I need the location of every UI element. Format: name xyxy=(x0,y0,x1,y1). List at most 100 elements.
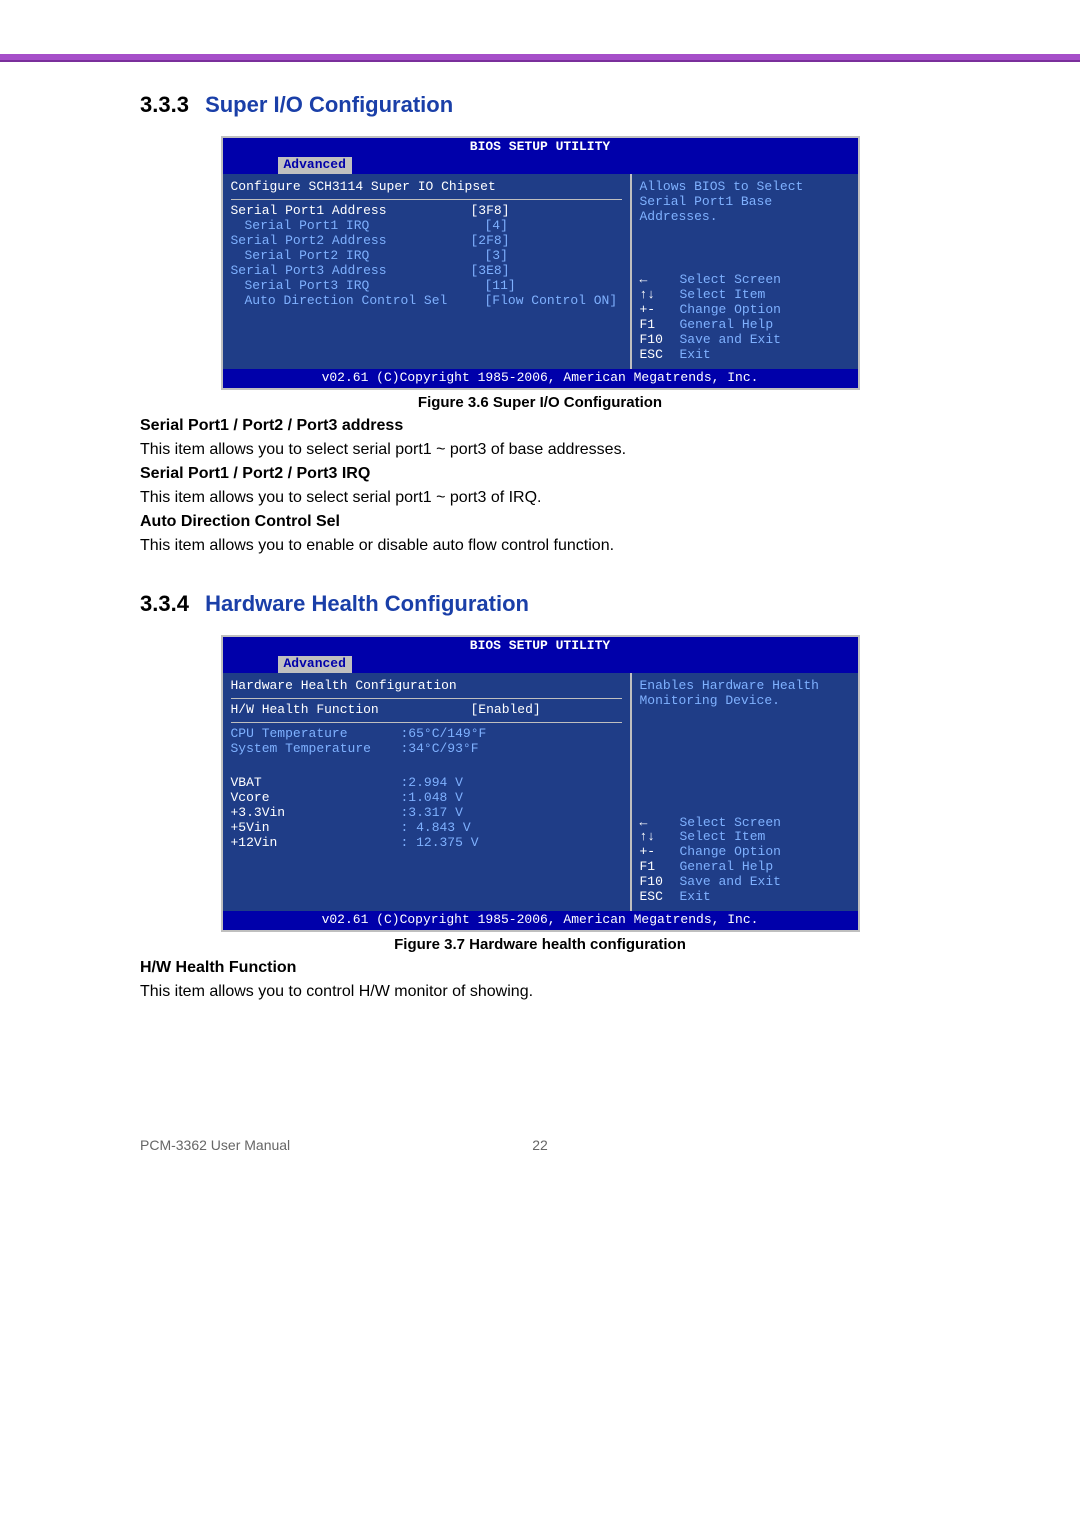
bios-row[interactable]: Serial Port2 Address [2F8] xyxy=(231,234,622,249)
bios-help-row: F10Save and Exit xyxy=(640,333,850,348)
bios-help-row: +-Change Option xyxy=(640,845,850,860)
key-label: ESC xyxy=(640,890,680,905)
bios-tab-advanced[interactable]: Advanced xyxy=(278,157,352,174)
bios-left-panel: Hardware Health Configuration H/W Health… xyxy=(223,673,632,911)
reading-value: : 4.843 V xyxy=(401,821,471,836)
figure-caption-36: Figure 3.6 Super I/O Configuration xyxy=(140,394,940,411)
reading-label: VBAT xyxy=(231,776,401,791)
key-desc: Change Option xyxy=(680,845,781,860)
bios-left-panel: Configure SCH3114 Super IO Chipset Seria… xyxy=(223,174,632,369)
footer-page-number: 22 xyxy=(532,1137,548,1153)
key-label: ↑↓ xyxy=(640,830,680,845)
bios-title-bar: BIOS SETUP UTILITY xyxy=(223,138,858,157)
bios-row-value: [2F8] xyxy=(471,234,510,249)
bios-help-row: ←Select Screen xyxy=(640,273,850,288)
key-label: +- xyxy=(640,303,680,318)
reading-value: :1.048 V xyxy=(401,791,463,806)
key-desc: Exit xyxy=(680,890,711,905)
section-heading-333: 3.3.3 Super I/O Configuration xyxy=(140,92,940,118)
key-desc: Select Item xyxy=(680,288,766,303)
bios-help-keys: ←Select Screen ↑↓Select Item +-Change Op… xyxy=(640,273,850,363)
bios-section-header: Configure SCH3114 Super IO Chipset xyxy=(231,180,622,200)
reading-label: +12Vin xyxy=(231,836,401,851)
reading-value: :34°C/93°F xyxy=(401,742,479,757)
bios-row[interactable]: Auto Direction Control Sel [Flow Control… xyxy=(231,294,622,309)
bios-row[interactable]: Serial Port3 IRQ [11] xyxy=(231,279,622,294)
bios-reading-row: CPU Temperature:65°C/149°F xyxy=(231,727,622,742)
figure-caption-37: Figure 3.7 Hardware health configuration xyxy=(140,936,940,953)
bios-help-row: ESCExit xyxy=(640,348,850,363)
page-footer: PCM-3362 User Manual 22 xyxy=(0,1137,1080,1153)
key-desc: Select Screen xyxy=(680,816,781,831)
bios-row-label: Serial Port1 Address xyxy=(231,204,471,219)
bios-row-value: [3E8] xyxy=(471,264,510,279)
bios-reading-row: +5Vin: 4.843 V xyxy=(231,821,622,836)
bios-screenshot-super-io: BIOS SETUP UTILITY Advanced Configure SC… xyxy=(221,136,860,389)
bios-help-row: F1General Help xyxy=(640,318,850,333)
paragraph-text: This item allows you to select serial po… xyxy=(140,441,940,459)
bios-reading-row: VBAT:2.994 V xyxy=(231,776,622,791)
bios-help-keys: ←Select Screen ↑↓Select Item +-Change Op… xyxy=(640,816,850,906)
bios-row[interactable]: H/W Health Function [Enabled] xyxy=(231,703,622,723)
bios-row-value: [11] xyxy=(485,279,516,294)
reading-label: CPU Temperature xyxy=(231,727,401,742)
key-desc: Select Screen xyxy=(680,273,781,288)
bios-reading-row: System Temperature:34°C/93°F xyxy=(231,742,622,757)
spacer xyxy=(231,756,622,776)
bios-help-row: ←Select Screen xyxy=(640,816,850,831)
paragraph-text: This item allows you to enable or disabl… xyxy=(140,537,940,555)
bios-row-value: [Flow Control ON] xyxy=(485,294,618,309)
bios-help-row: +-Change Option xyxy=(640,303,850,318)
paragraph-text: This item allows you to select serial po… xyxy=(140,489,940,507)
bios-tab-advanced[interactable]: Advanced xyxy=(278,656,352,673)
section-number: 3.3.4 xyxy=(140,591,189,616)
bios-tab-row: Advanced xyxy=(223,656,858,673)
reading-value: :65°C/149°F xyxy=(401,727,487,742)
bios-right-panel: Enables Hardware Health Monitoring Devic… xyxy=(632,673,858,911)
bios-row[interactable]: Serial Port3 Address [3E8] xyxy=(231,264,622,279)
key-desc: Exit xyxy=(680,348,711,363)
bios-row-label: Serial Port3 IRQ xyxy=(231,279,485,294)
bios-row[interactable]: Serial Port2 IRQ [3] xyxy=(231,249,622,264)
paragraph-heading: Serial Port1 / Port2 / Port3 IRQ xyxy=(140,465,940,483)
key-label: ← xyxy=(640,273,680,288)
reading-value: : 12.375 V xyxy=(401,836,479,851)
bios-body: Configure SCH3114 Super IO Chipset Seria… xyxy=(223,174,858,369)
key-desc: General Help xyxy=(680,860,774,875)
key-desc: Save and Exit xyxy=(680,875,781,890)
reading-label: +5Vin xyxy=(231,821,401,836)
bios-row-value: [4] xyxy=(485,219,508,234)
bios-row[interactable]: Serial Port1 IRQ [4] xyxy=(231,219,622,234)
bios-row-label: Serial Port2 Address xyxy=(231,234,471,249)
bios-help-row: ↑↓Select Item xyxy=(640,830,850,845)
key-label: F10 xyxy=(640,875,680,890)
bios-help-text: Enables Hardware Health Monitoring Devic… xyxy=(640,679,850,709)
reading-value: :3.317 V xyxy=(401,806,463,821)
bios-row-label: Serial Port3 Address xyxy=(231,264,471,279)
bios-help-text: Allows BIOS to Select Serial Port1 Base … xyxy=(640,180,850,225)
key-desc: Save and Exit xyxy=(680,333,781,348)
key-desc: Select Item xyxy=(680,830,766,845)
bios-row[interactable]: Serial Port1 Address [3F8] xyxy=(231,204,622,219)
bios-row-value: [3F8] xyxy=(471,204,510,219)
reading-label: System Temperature xyxy=(231,742,401,757)
bios-section-header: Hardware Health Configuration xyxy=(231,679,622,699)
key-label: +- xyxy=(640,845,680,860)
bios-reading-row: Vcore:1.048 V xyxy=(231,791,622,806)
reading-label: Vcore xyxy=(231,791,401,806)
bios-right-panel: Allows BIOS to Select Serial Port1 Base … xyxy=(632,174,858,369)
bios-reading-row: +12Vin: 12.375 V xyxy=(231,836,622,851)
key-desc: General Help xyxy=(680,318,774,333)
bios-footer-copyright: v02.61 (C)Copyright 1985-2006, American … xyxy=(223,369,858,388)
bios-row-value: [Enabled] xyxy=(471,703,541,718)
section-heading-334: 3.3.4 Hardware Health Configuration xyxy=(140,591,940,617)
paragraph-text: This item allows you to control H/W moni… xyxy=(140,983,940,1001)
bios-readings-volts: VBAT:2.994 V Vcore:1.048 V +3.3Vin:3.317… xyxy=(231,776,622,851)
bios-help-row: F10Save and Exit xyxy=(640,875,850,890)
key-label: ↑↓ xyxy=(640,288,680,303)
bios-row-value: [3] xyxy=(485,249,508,264)
footer-doc-title: PCM-3362 User Manual xyxy=(140,1137,290,1153)
section-number: 3.3.3 xyxy=(140,92,189,117)
reading-label: +3.3Vin xyxy=(231,806,401,821)
reading-value: :2.994 V xyxy=(401,776,463,791)
